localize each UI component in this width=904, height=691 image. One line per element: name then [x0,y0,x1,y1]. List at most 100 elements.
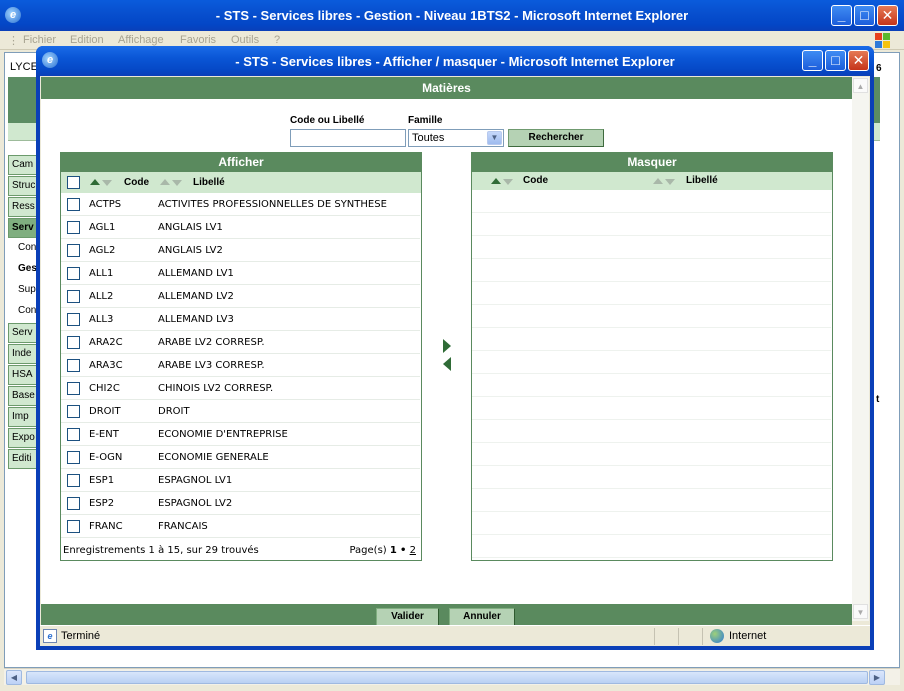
sort-desc-icon[interactable] [172,180,182,186]
page-next-link[interactable]: 2 [410,545,416,556]
row-libelle: ALLEMAND LV2 [158,291,234,302]
outer-horizontal-scrollbar[interactable]: ◀ ▶ [4,668,900,685]
chevron-down-icon[interactable]: ▼ [487,131,502,145]
row-checkbox[interactable] [67,428,80,441]
afficher-col-libelle[interactable]: Libellé [193,177,225,188]
row-code: DROIT [89,406,121,417]
outer-title-bar: e - STS - Services libres - Gestion - Ni… [0,0,904,31]
table-row[interactable]: ALL1 ALLEMAND LV1 [61,262,420,285]
row-code: ARA2C [89,337,123,348]
table-row[interactable]: FRANC FRANCAIS [61,515,420,538]
masquer-col-libelle[interactable]: Libellé [686,175,718,186]
row-checkbox[interactable] [67,198,80,211]
empty-row [472,535,831,558]
row-libelle: ALLEMAND LV1 [158,268,234,279]
famille-selected-value: Toutes [412,132,445,144]
table-row[interactable]: E-ENT ECONOMIE D'ENTREPRISE [61,423,420,446]
row-checkbox[interactable] [67,474,80,487]
table-row[interactable]: ALL3 ALLEMAND LV3 [61,308,420,331]
maximize-icon[interactable]: □ [825,50,846,71]
table-row[interactable]: ARA2C ARABE LV2 CORRESP. [61,331,420,354]
row-libelle: ACTIVITES PROFESSIONNELLES DE SYNTHESE [158,199,387,210]
sort-asc-icon[interactable] [90,179,100,185]
code-search-input[interactable] [290,129,406,147]
page-current: 1 [389,545,397,556]
row-checkbox[interactable] [67,382,80,395]
outer-clipped-text: 6 [876,63,882,74]
sort-desc-icon[interactable] [503,179,513,185]
table-row[interactable]: ESP1 ESPAGNOL LV1 [61,469,420,492]
sort-asc-icon[interactable] [160,179,170,185]
page-title: Matières [41,77,852,99]
row-code: ESP2 [89,498,115,509]
scroll-down-icon[interactable]: ▼ [853,604,868,619]
minimize-icon[interactable]: _ [831,5,852,26]
row-checkbox[interactable] [67,520,80,533]
minimize-icon[interactable]: _ [802,50,823,71]
move-to-afficher-icon[interactable] [443,357,451,371]
sort-desc-icon[interactable] [665,179,675,185]
sort-asc-icon[interactable] [653,178,663,184]
popup-vertical-scrollbar[interactable]: ▲ ▼ [852,77,869,621]
table-row[interactable]: ESP2 ESPAGNOL LV2 [61,492,420,515]
masquer-list [472,190,832,558]
menu-outils[interactable]: Outils [231,34,259,46]
row-checkbox[interactable] [67,405,80,418]
table-row[interactable]: E-OGN ECONOMIE GENERALE [61,446,420,469]
valider-button[interactable]: Valider [376,608,439,626]
row-checkbox[interactable] [67,336,80,349]
menu-help[interactable]: ? [274,34,280,46]
afficher-list: ACTPS ACTIVITES PROFESSIONNELLES DE SYNTH… [61,193,421,538]
sort-asc-icon[interactable] [491,178,501,184]
records-count: Enregistrements 1 à 15, sur 29 trouvés [63,545,259,556]
menu-edition[interactable]: Edition [70,34,104,46]
row-checkbox[interactable] [67,451,80,464]
row-checkbox[interactable] [67,359,80,372]
row-checkbox[interactable] [67,244,80,257]
menu-fichier[interactable]: Fichier [23,34,56,46]
sort-desc-icon[interactable] [102,180,112,186]
move-to-masquer-icon[interactable] [443,339,451,353]
row-checkbox[interactable] [67,221,80,234]
row-checkbox[interactable] [67,290,80,303]
table-row[interactable]: AGL1 ANGLAIS LV1 [61,216,420,239]
table-row[interactable]: ALL2 ALLEMAND LV2 [61,285,420,308]
table-row[interactable]: ACTPS ACTIVITES PROFESSIONNELLES DE SYNTH… [61,193,420,216]
scroll-thumb[interactable] [26,671,868,684]
row-libelle: ECONOMIE GENERALE [158,452,269,463]
table-row[interactable]: ARA3C ARABE LV3 CORRESP. [61,354,420,377]
page-separator: • [400,545,407,556]
scroll-right-icon[interactable]: ▶ [869,670,885,685]
table-row[interactable]: AGL2 ANGLAIS LV2 [61,239,420,262]
popup-body: Matières ▲ ▼ Code ou Libellé Famille Tou… [40,76,870,646]
scroll-up-icon[interactable]: ▲ [853,78,868,93]
maximize-icon[interactable]: □ [854,5,875,26]
row-code: E-OGN [89,452,123,463]
popup-window: e - STS - Services libres - Afficher / m… [36,46,874,650]
afficher-col-code[interactable]: Code [124,177,149,188]
empty-row [472,351,831,374]
row-code: ALL3 [89,314,114,325]
scroll-left-icon[interactable]: ◀ [6,670,22,685]
close-icon[interactable]: ✕ [877,5,898,26]
menu-affichage[interactable]: Affichage [118,34,164,46]
row-libelle: ANGLAIS LV1 [158,222,223,233]
row-libelle: FRANCAIS [158,521,208,532]
masquer-col-code[interactable]: Code [523,175,548,186]
row-libelle: ESPAGNOL LV1 [158,475,233,486]
famille-select[interactable]: Toutes ▼ [408,129,504,147]
menu-favoris[interactable]: Favoris [180,34,216,46]
annuler-button[interactable]: Annuler [449,608,515,626]
row-checkbox[interactable] [67,497,80,510]
row-checkbox[interactable] [67,267,80,280]
table-row[interactable]: CHI2C CHINOIS LV2 CORRESP. [61,377,420,400]
masquer-column-header: Code Libellé [472,172,832,190]
close-icon[interactable]: ✕ [848,50,869,71]
table-row[interactable]: DROIT DROIT [61,400,420,423]
empty-row [472,305,831,328]
search-button[interactable]: Rechercher [508,129,604,147]
row-checkbox[interactable] [67,313,80,326]
pagination: Page(s) 1 • 2 [349,545,416,556]
select-all-checkbox[interactable] [67,176,80,189]
security-zone: Internet [729,630,767,642]
